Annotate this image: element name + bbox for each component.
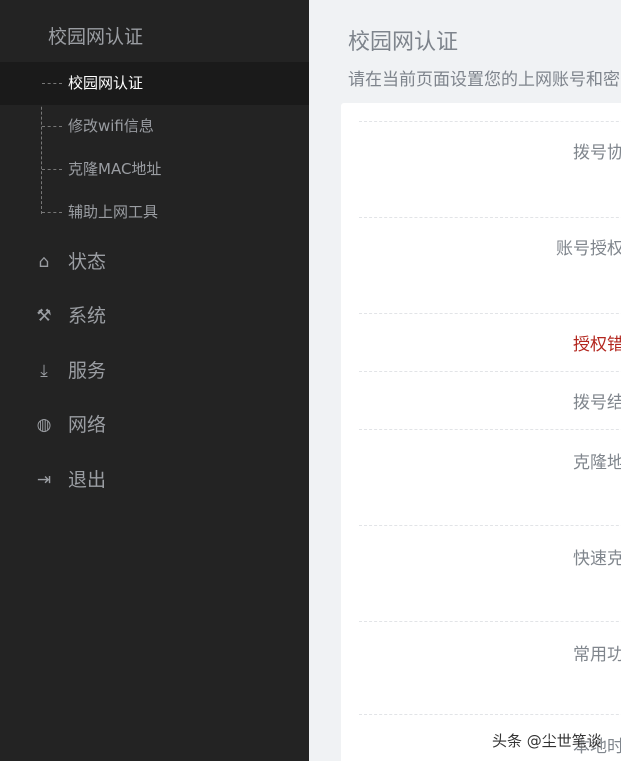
- divider: [359, 371, 621, 372]
- sidebar-item-label: 克隆MAC地址: [68, 160, 162, 178]
- divider: [359, 429, 621, 430]
- download-icon: ⤓: [40, 361, 48, 381]
- nav-label: 服务: [68, 360, 107, 382]
- divider: [359, 621, 621, 622]
- sidebar-item-services[interactable]: ⤓ 服务: [0, 351, 309, 391]
- sidebar-item-clone-mac[interactable]: 克隆MAC地址: [0, 148, 309, 191]
- auth-code-label: 账号授权码: [556, 239, 621, 259]
- dial-result-label: 拨号结果: [573, 393, 621, 413]
- tree-dash: [42, 126, 62, 127]
- divider: [359, 525, 621, 526]
- nav-label: 状态: [68, 251, 107, 273]
- nav-label: 退出: [68, 469, 107, 491]
- divider: [359, 121, 621, 122]
- dial-protocol-label: 拨号协议: [573, 143, 621, 163]
- clone-address-label: 克隆地址: [573, 453, 621, 473]
- divider: [359, 313, 621, 314]
- tree-dash: [42, 169, 62, 170]
- auth-error-label: 授权错误: [573, 335, 621, 355]
- nav-label: 网络: [68, 414, 107, 436]
- common-functions-label: 常用功能: [573, 645, 621, 665]
- sidebar-item-label: 校园网认证: [68, 74, 144, 92]
- sidebar-item-logout[interactable]: ⇥ 退出: [0, 460, 309, 500]
- tree-dash: [42, 212, 62, 213]
- sidebar-item-tools[interactable]: 辅助上网工具: [0, 191, 309, 234]
- logout-icon: ⇥: [36, 470, 52, 490]
- sidebar: 校园网认证 校园网认证 修改wifi信息 克隆MAC地址 辅助上网工具 ⌂ 状态 …: [0, 0, 309, 761]
- watermark: 头条 @尘世笔谈: [492, 732, 602, 750]
- page-title: 校园网认证: [348, 30, 459, 55]
- sidebar-item-system[interactable]: ⚒ 系统: [0, 296, 309, 336]
- divider: [359, 217, 621, 218]
- sidebar-item-label: 辅助上网工具: [68, 203, 159, 221]
- divider: [359, 714, 621, 715]
- sidebar-item-status[interactable]: ⌂ 状态: [0, 242, 309, 282]
- page-description: 请在当前页面设置您的上网账号和密: [348, 70, 620, 90]
- sidebar-item-campus-auth[interactable]: 校园网认证: [0, 62, 309, 105]
- globe-icon: ◍: [36, 415, 52, 435]
- nav-label: 系统: [68, 305, 107, 327]
- tree-dash: [42, 83, 62, 84]
- quick-clone-label: 快速克隆: [573, 549, 621, 569]
- home-icon: ⌂: [38, 252, 50, 272]
- sidebar-item-label: 修改wifi信息: [68, 117, 154, 135]
- tools-icon: ⚒: [36, 306, 52, 326]
- sidebar-section-title[interactable]: 校园网认证: [48, 22, 143, 49]
- sidebar-item-network[interactable]: ◍ 网络: [0, 405, 309, 445]
- sidebar-item-wifi[interactable]: 修改wifi信息: [0, 105, 309, 148]
